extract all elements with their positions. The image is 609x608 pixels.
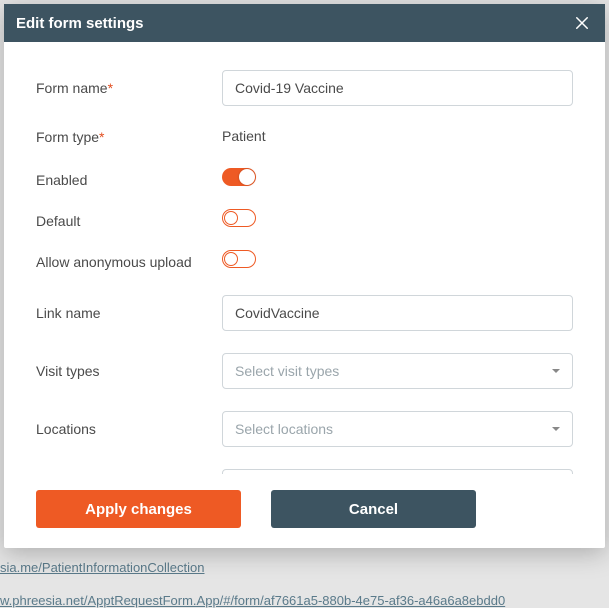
modal-footer: Apply changes Cancel <box>4 474 605 548</box>
link-name-input[interactable] <box>222 295 573 331</box>
row-default: Default <box>36 209 573 232</box>
chevron-down-icon <box>552 369 560 373</box>
row-locations: Locations Select locations <box>36 411 573 447</box>
label-visit-types: Visit types <box>36 363 222 379</box>
label-form-name: Form name* <box>36 80 222 96</box>
locations-select[interactable]: Select locations <box>222 411 573 447</box>
enabled-toggle[interactable] <box>222 168 256 186</box>
modal-body: Form name* Form type* Patient Enabled De… <box>4 42 605 474</box>
label-allow-anon: Allow anonymous upload <box>36 254 222 270</box>
allow-anon-toggle[interactable] <box>222 250 256 268</box>
form-type-value: Patient <box>222 128 266 144</box>
visit-types-placeholder: Select visit types <box>235 363 339 379</box>
close-icon <box>573 14 591 32</box>
form-name-input[interactable] <box>222 70 573 106</box>
modal-header: Edit form settings <box>4 4 605 42</box>
row-form-name: Form name* <box>36 70 573 106</box>
background-link-1: sia.me/PatientInformationCollection <box>0 560 205 575</box>
background-link-2: w.phreesia.net/ApptRequestForm.App/#/for… <box>0 593 505 608</box>
row-enabled: Enabled <box>36 168 573 191</box>
modal-title: Edit form settings <box>16 15 144 32</box>
locations-placeholder: Select locations <box>235 421 333 437</box>
required-marker: * <box>108 80 113 96</box>
label-link-name: Link name <box>36 305 222 321</box>
label-form-type: Form type* <box>36 129 222 145</box>
close-button[interactable] <box>571 12 593 34</box>
required-marker: * <box>99 129 104 145</box>
default-toggle[interactable] <box>222 209 256 227</box>
chevron-down-icon <box>552 427 560 431</box>
visit-types-select[interactable]: Select visit types <box>222 353 573 389</box>
label-default: Default <box>36 213 222 229</box>
label-enabled: Enabled <box>36 172 222 188</box>
row-form-type: Form type* Patient <box>36 128 573 146</box>
edit-form-settings-modal: Edit form settings Form name* Form type*… <box>4 4 605 548</box>
row-link-name: Link name <box>36 295 573 331</box>
label-locations: Locations <box>36 421 222 437</box>
row-allow-anon: Allow anonymous upload <box>36 250 573 273</box>
cancel-button[interactable]: Cancel <box>271 490 476 528</box>
row-visit-types: Visit types Select visit types <box>36 353 573 389</box>
apply-changes-button[interactable]: Apply changes <box>36 490 241 528</box>
